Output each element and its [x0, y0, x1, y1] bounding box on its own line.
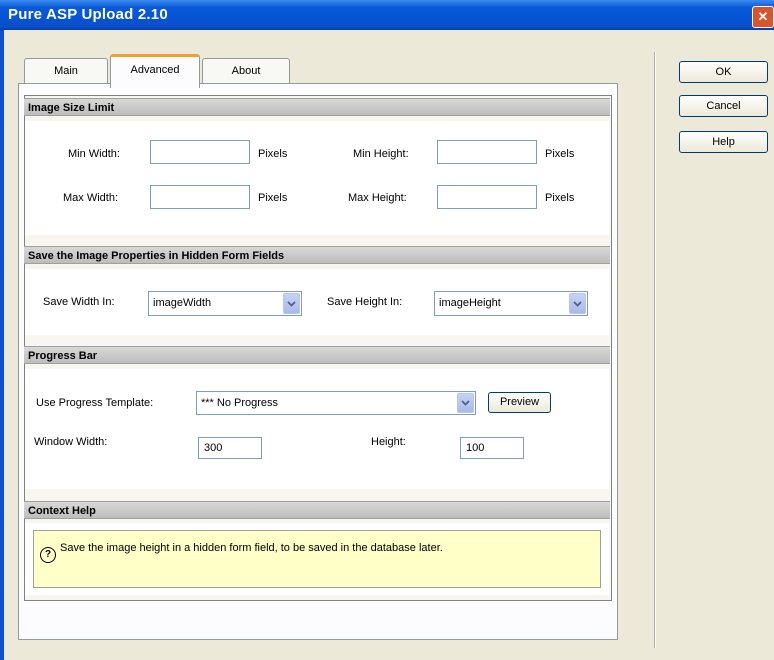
min-height-input[interactable]	[437, 140, 537, 164]
height-input[interactable]: 100	[460, 437, 524, 459]
window-width-input[interactable]: 300	[198, 437, 262, 459]
tab-about-label: About	[231, 65, 261, 77]
chevron-down-icon[interactable]	[457, 393, 474, 413]
ok-button[interactable]: OK	[679, 61, 768, 83]
chevron-down-icon[interactable]	[283, 293, 300, 314]
save-width-label: Save Width In:	[43, 296, 115, 308]
window-width-label: Window Width:	[34, 436, 108, 448]
max-height-label: Max Height:	[348, 192, 407, 204]
hidden-fields-header: Save the Image Properties in Hidden Form…	[24, 246, 610, 264]
progress-section	[25, 369, 609, 489]
save-height-value: imageHeight	[439, 297, 501, 309]
tab-advanced-label: Advanced	[130, 64, 180, 76]
tab-main-label: Main	[54, 65, 78, 77]
progress-header: Progress Bar	[24, 346, 610, 364]
context-help-text: Save the image height in a hidden form f…	[60, 542, 443, 554]
save-width-select[interactable]: imageWidth	[148, 291, 302, 316]
preview-button[interactable]: Preview	[488, 392, 551, 413]
tab-about[interactable]: About	[202, 58, 290, 85]
min-width-unit: Pixels	[258, 148, 288, 160]
tab-advanced[interactable]: Advanced	[110, 54, 200, 88]
help-icon: ?	[40, 547, 56, 563]
image-size-section	[25, 121, 609, 235]
context-help-header: Context Help	[24, 501, 610, 519]
progress-template-select[interactable]: *** No Progress	[196, 391, 476, 415]
title-bar[interactable]: Pure ASP Upload 2.10 ✕	[0, 0, 774, 30]
min-height-unit: Pixels	[545, 148, 575, 160]
divider	[655, 52, 656, 648]
close-icon: ✕	[757, 9, 769, 24]
max-width-unit: Pixels	[258, 192, 288, 204]
close-button[interactable]: ✕	[752, 6, 774, 28]
min-width-input[interactable]	[150, 140, 250, 164]
help-button[interactable]: Help	[679, 131, 768, 153]
max-height-input[interactable]	[437, 185, 537, 209]
max-width-input[interactable]	[150, 185, 250, 209]
max-width-label: Max Width:	[63, 192, 119, 204]
save-width-value: imageWidth	[153, 297, 212, 309]
context-help-box: ? Save the image height in a hidden form…	[33, 530, 601, 588]
window-border	[0, 30, 4, 660]
max-height-unit: Pixels	[545, 192, 575, 204]
window-title: Pure ASP Upload 2.10	[8, 6, 168, 23]
min-width-label: Min Width:	[68, 148, 120, 160]
tab-main[interactable]: Main	[24, 58, 108, 85]
save-height-select[interactable]: imageHeight	[434, 291, 588, 316]
min-height-label: Min Height:	[353, 148, 409, 160]
height-label: Height:	[371, 436, 406, 448]
progress-template-label: Use Progress Template:	[36, 397, 154, 409]
image-size-header: Image Size Limit	[24, 98, 610, 116]
progress-template-value: *** No Progress	[201, 397, 279, 409]
chevron-down-icon[interactable]	[569, 293, 586, 314]
cancel-button[interactable]: Cancel	[679, 95, 768, 117]
save-height-label: Save Height In:	[327, 296, 403, 308]
